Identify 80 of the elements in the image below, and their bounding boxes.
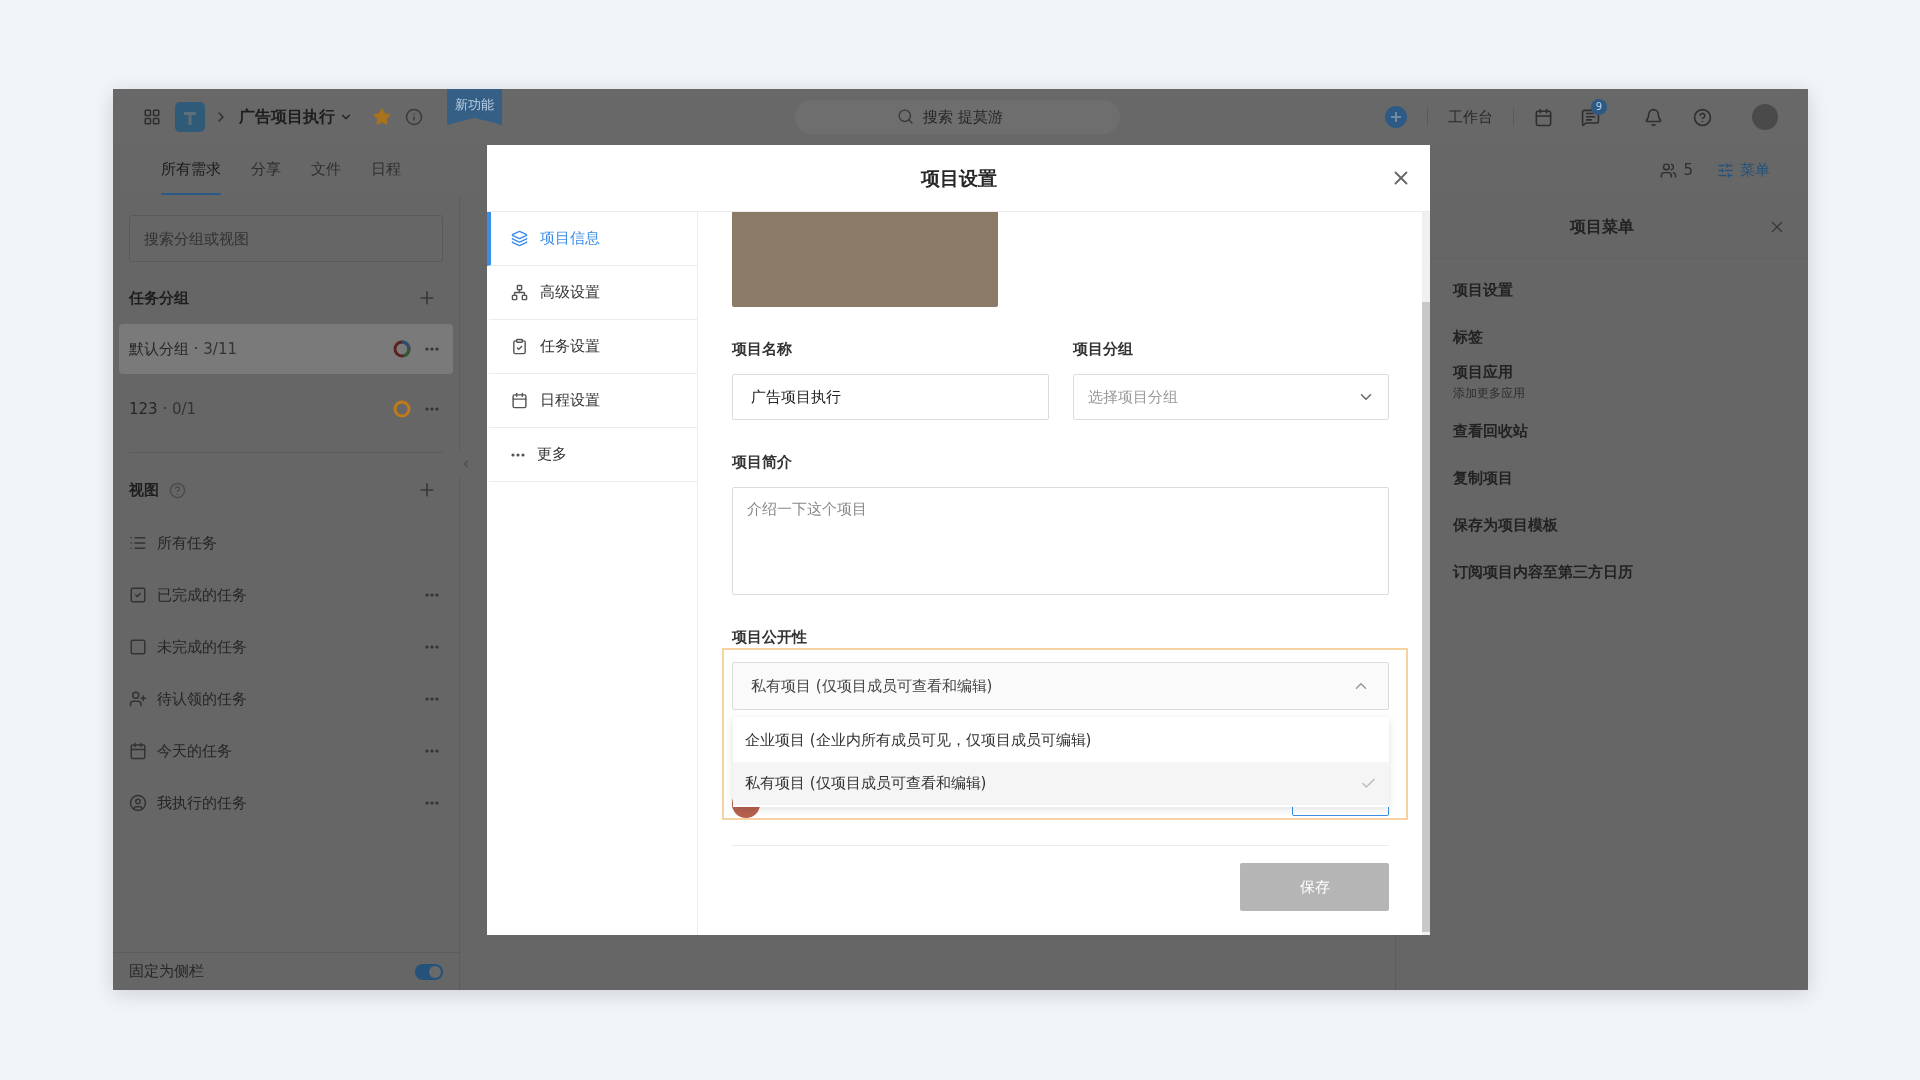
view-label: 待认领的任务 (157, 688, 247, 710)
select-value: 私有项目 (仅项目成员可查看和编辑) (751, 675, 994, 697)
view-row[interactable]: 我执行的任务 (129, 777, 443, 829)
user-circle-icon (129, 794, 147, 812)
users-icon (1660, 161, 1678, 179)
tab[interactable]: 分享 (251, 145, 281, 195)
settings-nav-item[interactable]: 日程设置 (487, 374, 697, 428)
calendar-icon (511, 392, 528, 409)
calendar-icon[interactable] (1534, 107, 1553, 127)
workbench-button[interactable]: 工作台 (1448, 105, 1493, 129)
project-title-button[interactable]: 广告项目执行 (239, 105, 353, 129)
more-icon[interactable] (511, 452, 525, 457)
help-icon[interactable] (1693, 107, 1712, 127)
message-count-badge: 9 (1591, 98, 1607, 115)
menu-button[interactable]: 菜单 (1717, 158, 1770, 182)
menu-item[interactable]: 保存为项目模板 (1453, 514, 1808, 537)
menu-item[interactable]: 项目应用 (1453, 361, 1808, 384)
pin-toggle[interactable] (415, 963, 443, 980)
scrollbar-thumb[interactable] (1422, 302, 1430, 932)
more-icon[interactable] (425, 347, 439, 351)
menu-item[interactable]: 标签 (1453, 326, 1808, 349)
description-input-field[interactable]: 介绍一下这个项目 (732, 487, 1389, 595)
group-select[interactable]: 选择项目分组 (1072, 374, 1389, 420)
view-label: 已完成的任务 (157, 584, 247, 606)
section-title: 任务分组 (129, 287, 189, 309)
visibility-select[interactable]: 私有项目 (仅项目成员可查看和编辑) (732, 662, 1389, 710)
nodes-icon (511, 284, 528, 301)
clipboard-icon (511, 338, 528, 355)
progress-ring-icon (393, 340, 411, 358)
view-row[interactable]: 已完成的任务 (129, 569, 443, 621)
empty-box-icon (129, 638, 147, 656)
help-icon[interactable] (169, 481, 186, 499)
settings-nav-item[interactable]: 更多 (487, 428, 697, 482)
apps-grid-icon[interactable] (143, 108, 161, 126)
member-count[interactable]: 5 (1660, 158, 1693, 182)
tab[interactable]: 所有需求 (161, 145, 221, 195)
pin-label: 固定为侧栏 (129, 961, 204, 983)
calendar-icon (129, 742, 147, 760)
dialog-title: 项目设置 (920, 165, 997, 191)
view-row[interactable]: 今天的任务 (129, 725, 443, 777)
group-name: 默认分组 · 3/11 (129, 338, 237, 360)
menu-item[interactable]: 查看回收站 (1453, 420, 1808, 443)
search-icon (897, 108, 914, 125)
field-label: 项目公开性 (732, 627, 807, 646)
search-field[interactable]: 搜索 提莫游 (795, 100, 1120, 134)
add-icon[interactable] (1385, 106, 1407, 128)
layers-icon (511, 230, 528, 247)
group-row[interactable]: 默认分组 · 3/11 (119, 324, 453, 374)
dropdown-option[interactable]: 企业项目 (企业内所有成员可见，仅项目成员可编辑) (733, 719, 1389, 762)
view-row[interactable]: 未完成的任务 (129, 621, 443, 673)
bell-icon[interactable] (1644, 107, 1663, 127)
app-logo-icon[interactable] (175, 102, 205, 132)
avatar[interactable] (1752, 104, 1778, 130)
view-label: 今天的任务 (157, 740, 232, 762)
settings-nav-item[interactable]: 高级设置 (487, 266, 697, 320)
menu-item[interactable]: 订阅项目内容至第三方日历 (1453, 561, 1808, 584)
field-label: 项目分组 (1072, 339, 1134, 358)
info-icon[interactable] (405, 108, 423, 126)
field-label: 项目名称 (732, 339, 793, 358)
menu-item[interactable]: 复制项目 (1453, 467, 1808, 490)
list-icon (129, 534, 147, 552)
view-label: 我执行的任务 (157, 792, 247, 814)
sliders-icon (1717, 161, 1734, 179)
new-feature-badge[interactable]: 新功能 (447, 89, 502, 125)
user-plus-icon (129, 690, 147, 708)
view-label: 所有任务 (157, 532, 217, 554)
settings-nav-item[interactable]: 项目信息 (487, 212, 697, 266)
field-label: 项目简介 (732, 452, 793, 471)
panel-title: 项目菜单 (1570, 215, 1634, 238)
tab[interactable]: 文件 (311, 145, 341, 195)
view-label: 未完成的任务 (157, 636, 247, 658)
view-row[interactable]: 所有任务 (129, 517, 443, 569)
star-icon[interactable] (373, 108, 391, 126)
view-row[interactable]: 待认领的任务 (129, 673, 443, 725)
section-title: 视图 (129, 479, 159, 501)
settings-nav-item[interactable]: 任务设置 (487, 320, 697, 374)
dropdown-option[interactable]: 私有项目 (仅项目成员可查看和编辑) (733, 762, 1389, 805)
name-input-field[interactable]: 广告项目执行 (732, 374, 1049, 420)
menu-item[interactable]: 项目设置 (1453, 279, 1808, 302)
checked-box-icon (129, 586, 147, 604)
